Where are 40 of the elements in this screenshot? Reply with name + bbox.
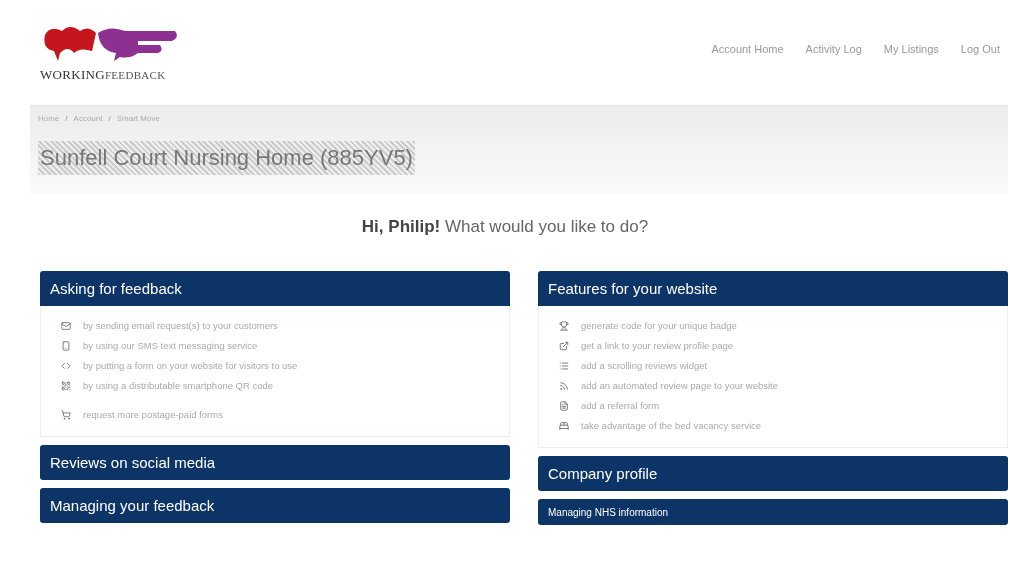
panel-header[interactable]: Asking for feedback xyxy=(40,271,510,306)
bed-icon xyxy=(559,420,569,431)
rss-icon xyxy=(559,380,569,391)
trophy-icon xyxy=(559,320,569,331)
action-link[interactable]: by putting a form on your website for visitors to use xyxy=(61,360,489,371)
nav-link[interactable]: My Listings xyxy=(883,42,939,55)
mail-icon xyxy=(61,320,71,331)
logo-text: WORKINGFEEDBACK xyxy=(40,66,167,83)
breadcrumb-link[interactable]: Smart Move xyxy=(116,114,160,123)
page-title: Sunfell Court Nursing Home (885YV5) xyxy=(38,141,415,175)
list-icon xyxy=(559,360,569,371)
greeting-text: Hi, Philip! What would you like to do? xyxy=(360,217,650,237)
action-link[interactable]: get a link to your review profile page xyxy=(559,340,987,351)
action-link[interactable]: by using our SMS text messaging service xyxy=(61,340,489,351)
panel-header[interactable]: Managing your feedback xyxy=(40,488,510,523)
qr-code-icon xyxy=(61,380,71,391)
action-link[interactable]: take advantage of the bed vacancy service xyxy=(559,420,987,431)
action-link[interactable]: add a scrolling reviews widget xyxy=(559,360,987,371)
panel-header[interactable]: Company profile xyxy=(538,456,1008,491)
panel-header[interactable]: Managing NHS information xyxy=(538,499,1008,525)
cart-icon xyxy=(61,409,71,420)
breadcrumb-separator: / xyxy=(65,114,68,123)
panel-header[interactable]: Features for your website xyxy=(538,271,1008,306)
external-link-icon xyxy=(559,340,569,351)
nav-link[interactable]: Account Home xyxy=(711,42,784,55)
document-icon xyxy=(559,400,569,411)
action-link[interactable]: request more postage-paid forms xyxy=(61,409,489,420)
nav-link[interactable]: Log Out xyxy=(960,42,1000,55)
action-link[interactable]: by sending email request(s) to your customers xyxy=(61,320,489,331)
action-link[interactable]: by using a distributable smartphone QR code xyxy=(61,380,489,391)
breadcrumb-link[interactable]: Home xyxy=(38,114,60,123)
phone-icon xyxy=(61,340,71,351)
breadcrumb-separator: / xyxy=(108,114,111,123)
action-link[interactable]: add a referral form xyxy=(559,400,987,411)
action-link[interactable]: generate code for your unique badge xyxy=(559,320,987,331)
code-icon xyxy=(61,360,71,371)
panel-header[interactable]: Reviews on social media xyxy=(40,445,510,480)
breadcrumb-link[interactable]: Account xyxy=(73,114,103,123)
nav-link[interactable]: Activity Log xyxy=(805,42,862,55)
action-link[interactable]: add an automated review page to your website xyxy=(559,380,987,391)
